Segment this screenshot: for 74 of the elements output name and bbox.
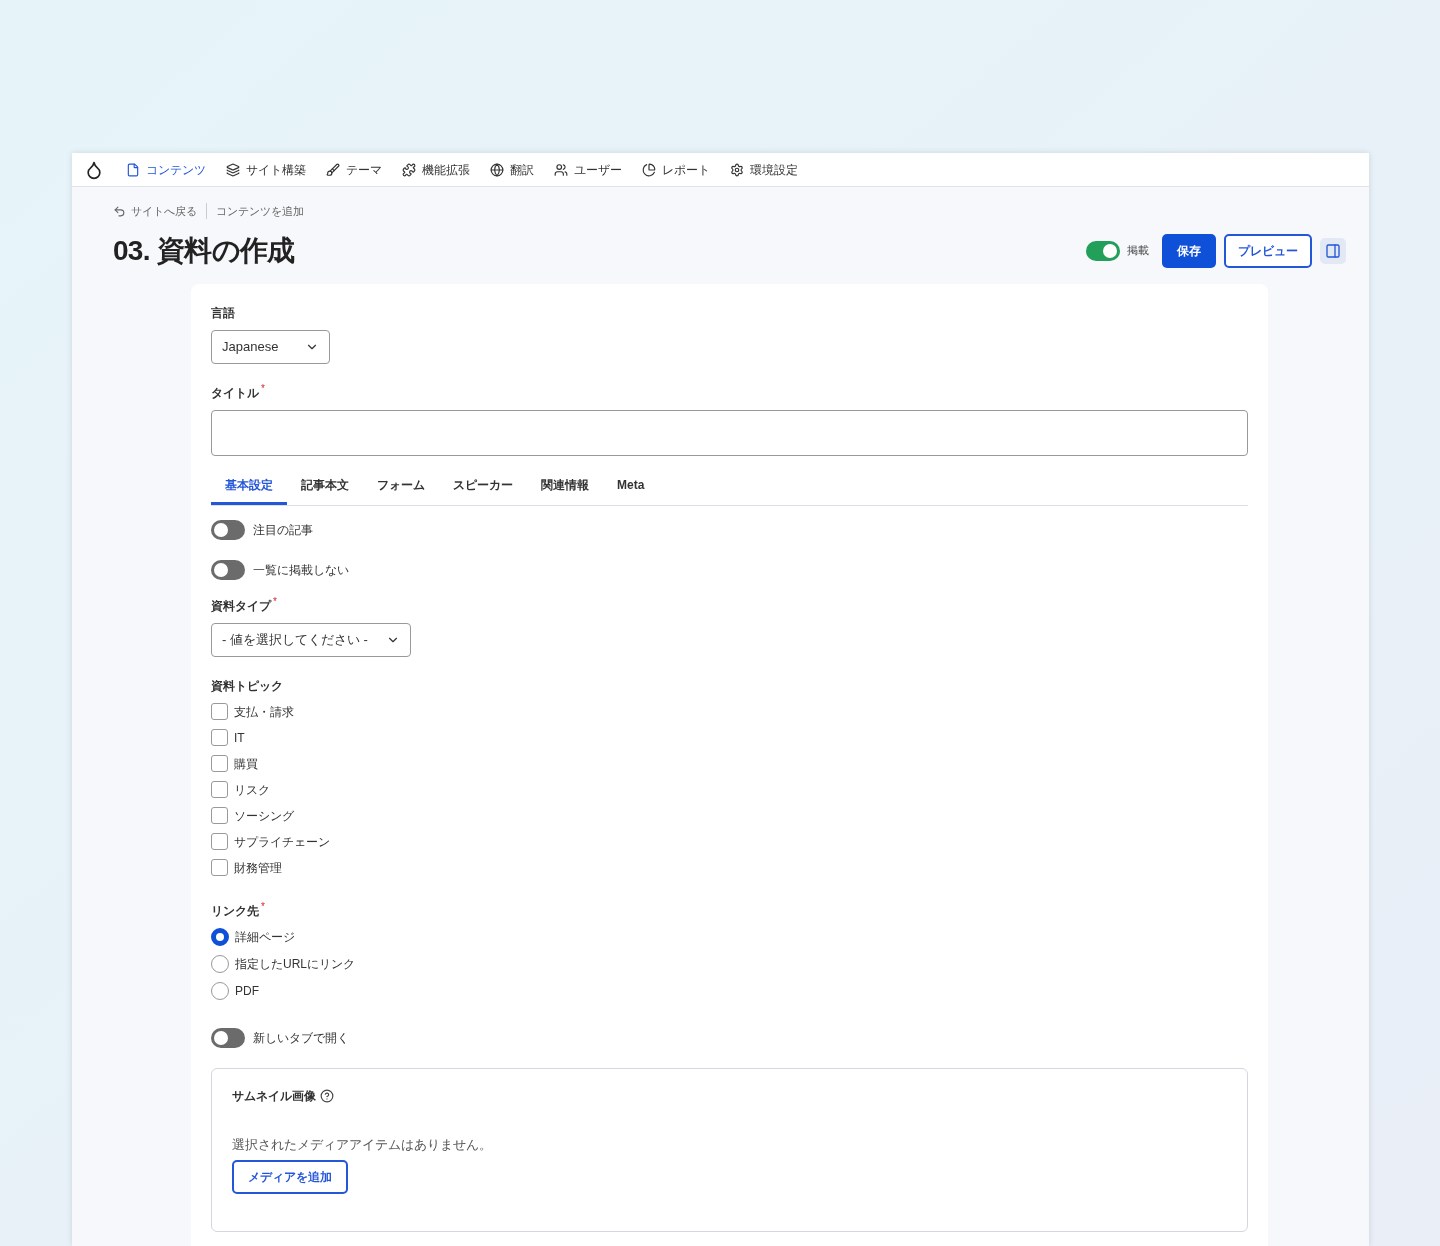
publish-label: 掲載 <box>1127 243 1149 259</box>
tab[interactable]: スピーカー <box>439 467 527 505</box>
nav-item[interactable]: 翻訳 <box>490 160 534 179</box>
checkbox[interactable] <box>211 781 228 798</box>
pie-chart-icon <box>642 162 656 177</box>
field-label: 言語 <box>211 304 235 322</box>
toggle-switch[interactable] <box>211 1027 245 1048</box>
checkbox-label: IT <box>234 729 245 747</box>
toggle-label: 新しいタブで開く <box>253 1029 349 1047</box>
globe-icon <box>490 162 504 177</box>
save-button[interactable]: 保存 <box>1162 233 1216 268</box>
checkbox[interactable] <box>211 729 228 746</box>
tab[interactable]: Meta <box>603 467 659 505</box>
tab[interactable]: 関連情報 <box>527 467 603 505</box>
puzzle-icon <box>402 162 416 177</box>
layers-icon <box>226 162 240 177</box>
checkbox[interactable] <box>211 807 228 824</box>
radio-button[interactable] <box>211 927 229 946</box>
checkbox-label: 支払・請求 <box>234 703 294 721</box>
checkbox-label: 購買 <box>234 755 258 773</box>
radio-button[interactable] <box>211 954 229 973</box>
tab[interactable]: フォーム <box>363 467 439 505</box>
help-icon <box>320 1088 334 1103</box>
toggle-switch[interactable] <box>1086 240 1120 261</box>
field-label: サムネイル画像 <box>232 1087 316 1105</box>
checkbox[interactable] <box>211 833 228 850</box>
radio-label: PDF <box>235 982 259 1000</box>
nav-item[interactable]: 機能拡張 <box>402 160 470 179</box>
checkbox[interactable] <box>211 859 228 876</box>
back-link[interactable]: サイトへ戻る <box>113 203 197 220</box>
file-icon <box>126 162 140 177</box>
checkbox[interactable] <box>211 703 228 720</box>
nav-item[interactable]: コンテンツ <box>126 160 206 179</box>
nav-item[interactable]: テーマ <box>326 160 382 179</box>
tab[interactable]: 記事本文 <box>287 467 363 505</box>
gear-icon <box>730 162 744 177</box>
field-label: タイトル <box>211 384 259 402</box>
radio-label: 指定したURLにリンク <box>235 955 355 973</box>
checkbox-label: サプライチェーン <box>234 833 330 851</box>
toggle-switch[interactable] <box>211 519 245 540</box>
field-label: 資料トピック <box>211 677 283 695</box>
checkbox[interactable] <box>211 755 228 772</box>
nav-item[interactable]: レポート <box>642 160 710 179</box>
language-select[interactable]: Japanese <box>211 329 330 364</box>
checkbox-label: リスク <box>234 781 270 799</box>
title-input[interactable] <box>211 409 1248 456</box>
logo-icon[interactable] <box>84 159 104 180</box>
required-mark: * <box>261 383 265 394</box>
nav-item[interactable]: サイト構築 <box>226 160 306 179</box>
preview-button[interactable]: プレビュー <box>1224 233 1312 268</box>
field-label: リンク先 <box>211 902 259 920</box>
checkbox-label: 財務管理 <box>234 859 282 877</box>
required-mark: * <box>261 901 265 912</box>
radio-label: 詳細ページ <box>235 928 295 946</box>
nav-item[interactable]: 環境設定 <box>730 160 798 179</box>
add-media-button[interactable]: メディアを追加 <box>232 1160 348 1194</box>
material-type-select[interactable]: - 値を選択してください - <box>211 622 411 657</box>
panel-icon <box>1325 242 1341 259</box>
required-mark: * <box>273 596 277 607</box>
breadcrumb-current: コンテンツを追加 <box>216 204 304 219</box>
back-arrow-icon <box>113 204 126 218</box>
nav-item[interactable]: ユーザー <box>554 160 622 179</box>
radio-button[interactable] <box>211 981 229 1000</box>
brush-icon <box>326 162 340 177</box>
page-title: 03. 資料の作成 <box>113 233 295 268</box>
toggle-label: 注目の記事 <box>253 521 313 539</box>
sidebar-toggle-button[interactable] <box>1320 237 1346 264</box>
users-icon <box>554 162 568 177</box>
toggle-label: 一覧に掲載しない <box>253 561 349 579</box>
checkbox-label: ソーシング <box>234 807 294 825</box>
field-label: 資料タイプ <box>211 597 271 615</box>
empty-media-text: 選択されたメディアアイテムはありません。 <box>232 1135 493 1154</box>
tab[interactable]: 基本設定 <box>211 467 287 505</box>
toggle-switch[interactable] <box>211 559 245 580</box>
